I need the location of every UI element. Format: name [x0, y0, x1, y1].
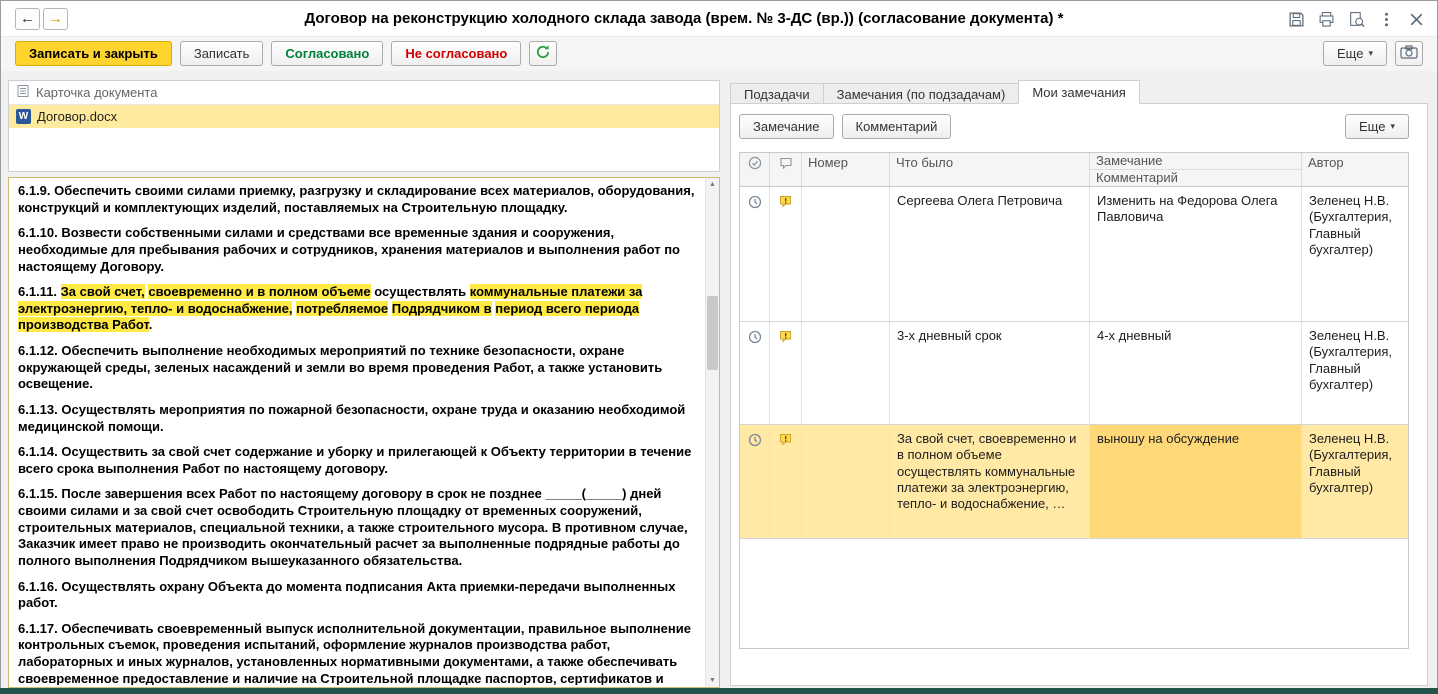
document-scrollbar[interactable]: ▲ ▼	[705, 178, 719, 687]
approved-button[interactable]: Согласовано	[271, 41, 384, 66]
remarks-table-header: Номер Что было Замечание Комментарий Авт…	[740, 153, 1408, 187]
status-column-header	[740, 153, 770, 186]
row-flag-cell	[770, 187, 802, 321]
row-remark-cell: 4-х дневный	[1090, 322, 1302, 424]
add-comment-button[interactable]: Комментарий	[841, 114, 952, 139]
remarks-table-body: Сергеева Олега Петровича Изменить на Федо…	[740, 187, 1408, 539]
number-column-header[interactable]: Номер	[802, 153, 890, 186]
document-paragraph: 6.1.14. Осуществить за свой счет содержа…	[18, 444, 692, 476]
row-remark-cell: Изменить на Федорова Олега Павловича	[1090, 187, 1302, 321]
remark-row[interactable]: Сергеева Олега Петровича Изменить на Федо…	[740, 187, 1408, 322]
tab-subtasks[interactable]: Подзадачи	[730, 83, 824, 104]
document-card-title: Карточка документа	[36, 85, 158, 100]
remark-flag-icon	[779, 195, 792, 212]
camera-icon	[1400, 45, 1418, 62]
remarks-more-button[interactable]: Еще ▾	[1345, 114, 1409, 139]
row-number-cell	[802, 322, 890, 424]
row-status-cell	[740, 425, 770, 538]
refresh-icon	[535, 44, 551, 63]
scrollbar-thumb[interactable]	[707, 296, 718, 370]
type-column-header	[770, 153, 802, 186]
save-button[interactable]: Записать	[179, 41, 264, 66]
file-row-selected[interactable]: W Договор.docx	[9, 105, 719, 128]
title-icon-group	[1287, 10, 1425, 28]
document-viewer: 6.1.9. Обеспечить своими силами приемку,…	[8, 177, 720, 688]
my-remarks-panel: Замечание Комментарий Еще ▾ Номер Что был…	[730, 103, 1428, 686]
preview-icon[interactable]	[1347, 10, 1365, 28]
save-icon[interactable]	[1287, 10, 1305, 28]
comment-column-header[interactable]: Комментарий	[1090, 170, 1301, 186]
row-author-cell: Зеленец Н.В. (Бухгалтерия, Главный бухга…	[1302, 425, 1408, 538]
what-was-column-header[interactable]: Что было	[890, 153, 1090, 186]
add-remark-button[interactable]: Замечание	[739, 114, 834, 139]
document-paragraph: 6.1.17. Обеспечивать своевременный выпус…	[18, 620, 691, 685]
row-what-was-cell: За свой счет, своевременно и в полном об…	[890, 425, 1090, 538]
tab-my-remarks[interactable]: Мои замечания	[1018, 80, 1140, 104]
row-status-cell	[740, 322, 770, 424]
document-paragraph: 6.1.16. Осуществлять охрану Объекта до м…	[18, 578, 676, 611]
row-author-cell: Зеленец Н.В. (Бухгалтерия, Главный бухга…	[1309, 328, 1393, 392]
row-what-was-cell: Сергеева Олега Петровича	[890, 187, 1090, 321]
scroll-down-arrow[interactable]: ▼	[706, 674, 719, 687]
document-paragraph: 6.1.10. Возвести собственными силами и с…	[18, 225, 680, 274]
clock-icon	[748, 330, 762, 348]
row-flag-cell	[770, 322, 802, 424]
remark-row[interactable]: 3-х дневный срок 4-х дневный Зеленец Н.В. …	[740, 322, 1408, 425]
document-paragraph: 6.1.12. Обеспечить выполнение необходимы…	[18, 343, 663, 392]
toolbar: Записать и закрыть Записать Согласовано …	[1, 37, 1437, 71]
word-file-icon: W	[16, 109, 31, 124]
speech-bubble-icon	[779, 156, 793, 184]
document-paragraph: 6.1.15. После завершения всех Работ по н…	[18, 486, 688, 568]
scroll-up-arrow[interactable]: ▲	[706, 178, 719, 191]
document-paragraph: 6.1.13. Осуществлять мероприятия по пожа…	[18, 401, 686, 434]
toolbar-more-button[interactable]: Еще ▾	[1323, 41, 1387, 66]
screenshot-button[interactable]	[1395, 41, 1423, 66]
row-status-cell	[740, 187, 770, 321]
refresh-button[interactable]	[529, 41, 558, 66]
chevron-down-icon: ▾	[1368, 48, 1373, 58]
clock-icon	[748, 433, 762, 451]
row-number-cell	[802, 187, 890, 321]
forward-button[interactable]: →	[43, 8, 68, 30]
right-tabs: Подзадачи Замечания (по подзадачам) Мои …	[730, 80, 1140, 104]
document-card-panel: Карточка документа W Договор.docx	[8, 80, 720, 172]
remark-comment-column-header[interactable]: Замечание Комментарий	[1090, 153, 1302, 186]
remark-column-header[interactable]: Замечание	[1090, 153, 1301, 170]
document-paragraph: 6.1.9. Обеспечить своими силами приемку,…	[18, 183, 695, 215]
title-bar: ← → Договор на реконструкцию холодного с…	[1, 1, 1437, 37]
author-column-header[interactable]: Автор	[1302, 153, 1408, 186]
row-author-cell: Зеленец Н.В. (Бухгалтерия, Главный бухга…	[1309, 193, 1393, 257]
document-paragraph: 6.1.11. За свой счет, своевременно и в п…	[18, 284, 643, 333]
document-text: 6.1.9. Обеспечить своими силами приемку,…	[18, 183, 699, 685]
tab-remarks-by-subtasks[interactable]: Замечания (по подзадачам)	[822, 83, 1020, 104]
remark-flag-icon	[779, 433, 792, 450]
toolbar-left-group: Записать и закрыть Записать Согласовано …	[15, 41, 558, 66]
save-and-close-button[interactable]: Записать и закрыть	[15, 41, 172, 66]
back-button[interactable]: ←	[15, 8, 40, 30]
row-what-was-cell: 3-х дневный срок	[890, 322, 1090, 424]
not-approved-button[interactable]: Не согласовано	[391, 41, 522, 66]
remarks-toolbar: Замечание Комментарий Еще ▾	[739, 114, 1419, 140]
row-number-cell	[802, 425, 890, 538]
window-title: Договор на реконструкцию холодного склад…	[304, 10, 1064, 27]
window-bottom-edge	[0, 688, 1438, 694]
check-circle-icon	[748, 156, 762, 184]
print-icon[interactable]	[1317, 10, 1335, 28]
chevron-down-icon: ▾	[1390, 121, 1395, 131]
close-icon[interactable]	[1407, 10, 1425, 28]
document-card-icon	[16, 84, 30, 101]
toolbar-right-group: Еще ▾	[1323, 41, 1423, 66]
remark-row[interactable]: За свой счет, своевременно и в полном об…	[740, 425, 1408, 539]
row-remark-cell: выношу на обсуждение	[1090, 425, 1302, 538]
remark-flag-icon	[779, 330, 792, 347]
document-card-header: Карточка документа	[9, 81, 719, 105]
row-flag-cell	[770, 425, 802, 538]
file-name: Договор.docx	[37, 109, 118, 124]
remarks-table: Номер Что было Замечание Комментарий Авт…	[739, 152, 1409, 649]
clock-icon	[748, 195, 762, 213]
menu-dots-icon[interactable]	[1377, 10, 1395, 28]
